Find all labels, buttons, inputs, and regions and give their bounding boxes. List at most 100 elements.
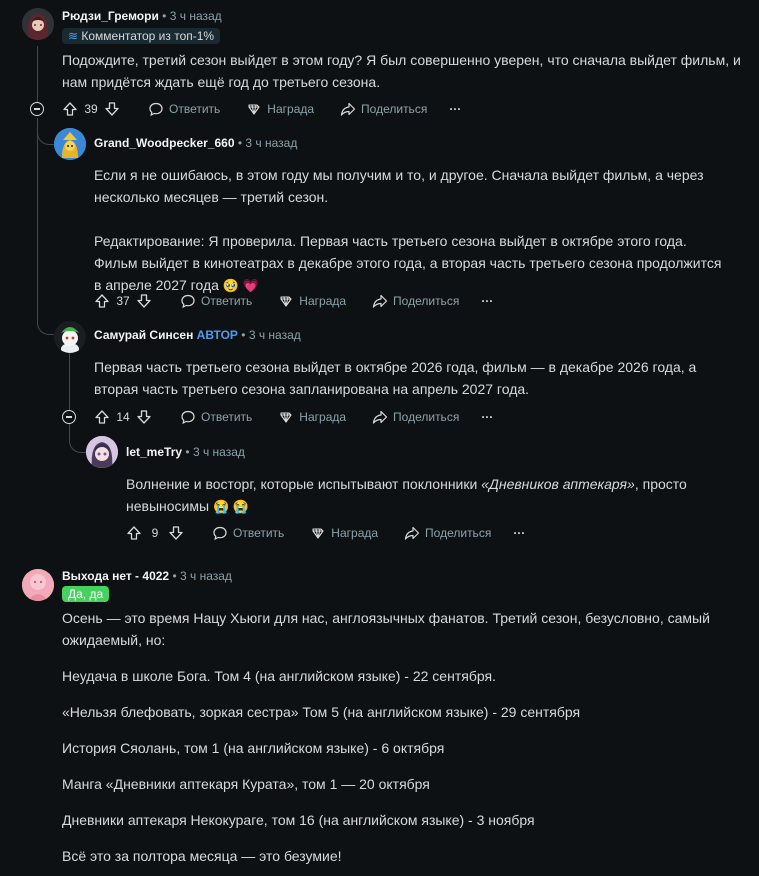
vote-count: 14 <box>116 410 130 424</box>
thread-line <box>37 46 38 102</box>
comment-body: Первая часть третьего сезона выйдет в ок… <box>94 356 739 400</box>
thread-connector <box>37 118 55 145</box>
reply-button[interactable]: Ответить <box>180 409 252 425</box>
timestamp[interactable]: 3 ч назад <box>249 328 301 342</box>
comment-author[interactable]: Grand_Woodpecker_660 • 3 ч назад <box>94 136 297 150</box>
collapse-thread-button[interactable] <box>30 102 44 116</box>
reply-button[interactable]: Ответить <box>180 293 252 309</box>
comment-paragraph: Если я не ошибаюсь, в этом году мы получ… <box>94 167 704 205</box>
reply-icon <box>148 101 164 117</box>
author-name[interactable]: Grand_Woodpecker_660 <box>94 136 235 150</box>
comment-actions: 14 Ответить Награда Поделиться ··· <box>94 405 493 429</box>
comment-author[interactable]: Выхода нет - 4022 • 3 ч назад <box>62 569 232 583</box>
comment-paragraph: Дневники аптекаря Некокураге, том 16 (на… <box>62 812 535 828</box>
award-button[interactable]: Награда <box>278 293 346 309</box>
separator: • <box>185 445 193 459</box>
comment-author[interactable]: Самурай Синсен АВТОР • 3 ч назад <box>94 328 301 342</box>
timestamp[interactable]: 3 ч назад <box>180 569 232 583</box>
thread-line <box>69 352 70 410</box>
award-button[interactable]: Награда <box>310 525 378 541</box>
award-icon <box>278 409 294 425</box>
share-button[interactable]: Поделиться <box>372 293 459 309</box>
share-button[interactable]: Поделиться <box>372 409 459 425</box>
reply-button[interactable]: Ответить <box>212 525 284 541</box>
avatar[interactable] <box>86 436 118 468</box>
flair-text: Комментатор из топ-1% <box>81 29 215 43</box>
upvote-icon[interactable] <box>94 409 110 425</box>
award-icon <box>310 525 326 541</box>
comment-body: Осень — это время Нацу Хьюги для нас, ан… <box>62 607 722 867</box>
award-button[interactable]: Награда <box>246 101 314 117</box>
italic-text: «Дневников аптекаря» <box>481 476 635 492</box>
reply-icon <box>180 409 196 425</box>
timestamp[interactable]: 3 ч назад <box>193 445 245 459</box>
comment-actions: 37 Ответить Награда Поделиться ··· <box>94 289 493 313</box>
comment-paragraph: Манга «Дневники аптекаря Курата», том 1 … <box>62 776 430 792</box>
share-button[interactable]: Поделиться <box>404 525 491 541</box>
collapse-thread-button[interactable] <box>62 410 76 424</box>
comment-paragraph: Редактирование: Я проверила. Первая част… <box>94 230 724 297</box>
more-options-button[interactable]: ··· <box>481 294 493 308</box>
downvote-icon[interactable] <box>168 525 184 541</box>
flair-text: Да, да <box>68 587 104 601</box>
comment-paragraph: «Нельзя блефовать, зоркая сестра» Том 5 … <box>62 704 581 720</box>
downvote-icon[interactable] <box>136 409 152 425</box>
author-name[interactable]: let_meTry <box>126 445 182 459</box>
more-options-button[interactable]: ··· <box>481 410 493 424</box>
comment-actions: 9 Ответить Награда Поделиться ··· <box>126 521 525 545</box>
comment-author[interactable]: let_meTry • 3 ч назад <box>126 445 245 459</box>
upvote-icon[interactable] <box>94 293 110 309</box>
share-icon <box>372 293 388 309</box>
separator: • <box>172 569 180 583</box>
avatar[interactable] <box>22 8 54 40</box>
vote-group: 14 <box>94 409 152 425</box>
avatar[interactable] <box>54 321 86 353</box>
downvote-icon[interactable] <box>136 293 152 309</box>
author-name[interactable]: Выхода нет - 4022 <box>62 569 169 583</box>
comment-body: Подождите, третий сезон выйдет в этом го… <box>62 49 742 93</box>
award-icon <box>278 293 294 309</box>
timestamp[interactable]: 3 ч назад <box>245 136 297 150</box>
comment-body: Волнение и восторг, которые испытывают п… <box>126 473 706 518</box>
separator: • <box>162 9 170 23</box>
comment-paragraph: Волнение и восторг, которые испытывают п… <box>126 473 706 518</box>
avatar[interactable] <box>54 128 86 160</box>
comment-body: Если я не ошибаюсь, в этом году мы получ… <box>94 164 724 297</box>
award-button[interactable]: Награда <box>278 409 346 425</box>
reply-icon <box>180 293 196 309</box>
comment-paragraph: Осень — это время Нацу Хьюги для нас, ан… <box>62 610 710 648</box>
reply-button[interactable]: Ответить <box>148 101 220 117</box>
share-icon <box>404 525 420 541</box>
author-name[interactable]: Самурай Синсен <box>94 328 193 342</box>
more-options-button[interactable]: ··· <box>513 526 525 540</box>
more-options-button[interactable]: ··· <box>449 102 461 116</box>
vote-group: 39 <box>62 101 120 117</box>
thread-connector <box>69 424 87 453</box>
comment-paragraph: История Сяолань, том 1 (на английском яз… <box>62 740 445 756</box>
emoji: 😭 😭 <box>212 499 249 514</box>
upvote-icon[interactable] <box>126 525 142 541</box>
award-icon <box>246 101 262 117</box>
avatar[interactable] <box>22 569 54 601</box>
flair-icon: ≋ <box>68 29 82 43</box>
share-button[interactable]: Поделиться <box>340 101 427 117</box>
author-name[interactable]: Рюдзи_Гремори <box>62 9 159 23</box>
vote-group: 9 <box>126 525 184 541</box>
upvote-icon[interactable] <box>62 101 78 117</box>
share-icon <box>372 409 388 425</box>
vote-count: 37 <box>116 294 130 308</box>
timestamp[interactable]: 3 ч назад <box>170 9 222 23</box>
user-flair: Да, да <box>62 586 110 602</box>
vote-count: 39 <box>84 102 98 116</box>
comment-paragraph: Неудача в школе Бога. Том 4 (на английск… <box>62 668 496 684</box>
thread-connector <box>37 308 55 335</box>
downvote-icon[interactable] <box>104 101 120 117</box>
comment-paragraph: Первая часть третьего сезона выйдет в ок… <box>94 359 697 397</box>
op-badge: АВТОР <box>196 328 238 342</box>
comment-paragraph: Подождите, третий сезон выйдет в этом го… <box>62 52 741 90</box>
comment-paragraph: Всё это за полтора месяца — это безумие! <box>62 848 342 864</box>
comment-author[interactable]: Рюдзи_Гремори • 3 ч назад <box>62 9 222 23</box>
comment-actions: 39 Ответить Награда Поделиться ··· <box>62 97 461 121</box>
vote-group: 37 <box>94 293 152 309</box>
separator: • <box>241 328 249 342</box>
